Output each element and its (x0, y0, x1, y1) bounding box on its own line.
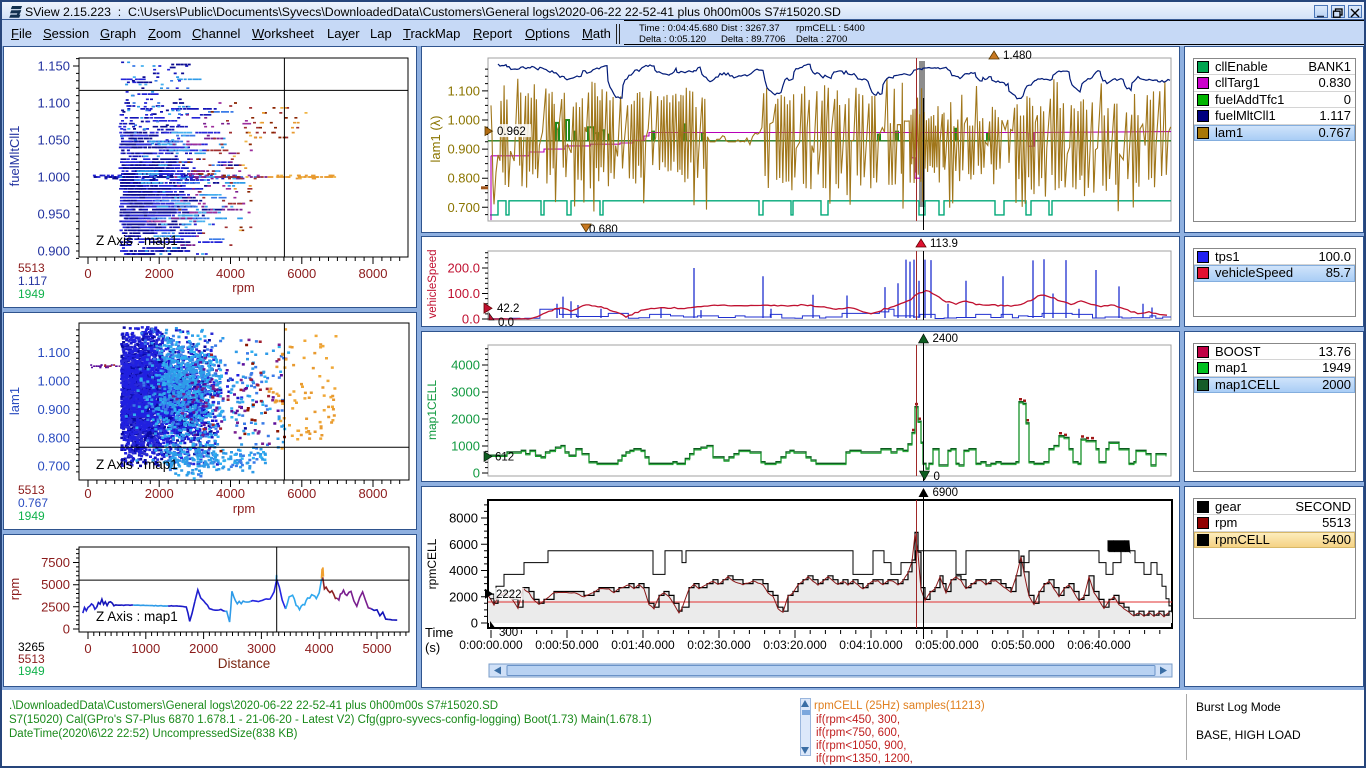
svg-text:0:04:10.000: 0:04:10.000 (839, 638, 903, 652)
svg-text:1.050: 1.050 (37, 133, 70, 148)
svg-text:2000: 2000 (145, 266, 174, 281)
svg-text:300: 300 (499, 627, 518, 639)
svg-text:0.800: 0.800 (37, 430, 70, 445)
svg-text:5000: 5000 (41, 577, 70, 592)
svg-text:0:05:00.000: 0:05:00.000 (915, 638, 979, 652)
svg-text:(s): (s) (425, 640, 440, 655)
svg-text:0.0: 0.0 (462, 312, 480, 327)
svg-text:200.0: 200.0 (447, 261, 480, 276)
svg-text:0.962: 0.962 (497, 126, 526, 138)
svg-text:Z Axis : map1: Z Axis : map1 (96, 609, 178, 624)
svg-text:4000: 4000 (449, 563, 478, 578)
svg-text:1949: 1949 (18, 509, 45, 523)
svg-text:1000: 1000 (131, 641, 160, 656)
svg-text:3000: 3000 (247, 641, 276, 656)
svg-text:2400: 2400 (933, 333, 959, 345)
svg-text:0:05:50.000: 0:05:50.000 (991, 638, 1055, 652)
svg-text:0.800: 0.800 (447, 171, 480, 186)
svg-text:6000: 6000 (449, 537, 478, 552)
svg-text:0.900: 0.900 (37, 402, 70, 417)
svg-text:0:03:20.000: 0:03:20.000 (763, 638, 827, 652)
svg-text:8000: 8000 (449, 511, 478, 526)
svg-text:5513: 5513 (18, 261, 45, 275)
svg-text:1.000: 1.000 (447, 113, 480, 128)
svg-text:0.700: 0.700 (447, 200, 480, 215)
svg-text:rpm: rpm (233, 501, 255, 516)
svg-text:4000: 4000 (216, 486, 245, 501)
svg-text:6900: 6900 (933, 487, 959, 499)
svg-text:fuelMltCll1: fuelMltCll1 (7, 126, 22, 187)
svg-text:1.100: 1.100 (447, 83, 480, 98)
svg-text:1.000: 1.000 (37, 374, 70, 389)
svg-text:1.000: 1.000 (37, 170, 70, 185)
svg-text:0:00:50.000: 0:00:50.000 (535, 638, 599, 652)
svg-text:rpmCELL: rpmCELL (425, 538, 439, 589)
svg-text:0: 0 (934, 471, 940, 482)
svg-text:map1CELL: map1CELL (425, 380, 439, 440)
svg-text:1.480: 1.480 (1003, 50, 1032, 62)
svg-text:5513: 5513 (18, 483, 45, 497)
svg-text:7500: 7500 (41, 555, 70, 570)
svg-text:Z Axis : map1: Z Axis : map1 (96, 233, 178, 248)
svg-text:0:01:40.000: 0:01:40.000 (611, 638, 675, 652)
svg-text:1949: 1949 (18, 664, 45, 678)
svg-text:0: 0 (84, 641, 91, 656)
svg-text:4000: 4000 (305, 641, 334, 656)
svg-text:0: 0 (473, 466, 480, 481)
svg-text:2000: 2000 (451, 412, 480, 427)
svg-text:2000: 2000 (145, 486, 174, 501)
svg-text:1.100: 1.100 (37, 96, 70, 111)
svg-text:lam1 (λ): lam1 (λ) (428, 116, 443, 163)
svg-text:0:02:30.000: 0:02:30.000 (687, 638, 751, 652)
svg-text:vehicleSpeed: vehicleSpeed (427, 249, 439, 318)
svg-text:4000: 4000 (216, 266, 245, 281)
svg-text:0.680: 0.680 (589, 224, 618, 233)
svg-text:2500: 2500 (41, 599, 70, 614)
svg-text:100.0: 100.0 (447, 286, 480, 301)
svg-text:Z Axis : map1: Z Axis : map1 (96, 457, 178, 472)
svg-text:1.100: 1.100 (37, 345, 70, 360)
svg-text:0:00:00.000: 0:00:00.000 (459, 638, 523, 652)
svg-text:2000: 2000 (449, 589, 478, 604)
svg-text:0.767: 0.767 (18, 496, 48, 510)
svg-text:0:06:40.000: 0:06:40.000 (1067, 638, 1131, 652)
svg-text:3000: 3000 (451, 385, 480, 400)
svg-text:1.117: 1.117 (18, 274, 47, 288)
svg-text:42.2: 42.2 (497, 303, 519, 315)
svg-text:612: 612 (495, 451, 514, 463)
svg-text:6000: 6000 (287, 266, 316, 281)
svg-text:1.150: 1.150 (37, 59, 70, 74)
svg-text:2222: 2222 (496, 589, 522, 601)
svg-text:5000: 5000 (363, 641, 392, 656)
svg-text:0.0: 0.0 (498, 317, 514, 327)
svg-text:113.9: 113.9 (930, 238, 958, 250)
svg-text:8000: 8000 (359, 486, 388, 501)
svg-text:0: 0 (84, 266, 91, 281)
svg-text:2000: 2000 (189, 641, 218, 656)
svg-text:rpm: rpm (7, 578, 22, 600)
svg-text:Time: Time (425, 625, 453, 640)
svg-text:Distance: Distance (218, 656, 271, 671)
svg-text:lam1: lam1 (7, 387, 22, 415)
svg-text:4000: 4000 (451, 358, 480, 373)
svg-text:0.900: 0.900 (447, 142, 480, 157)
svg-text:8000: 8000 (359, 266, 388, 281)
svg-text:6000: 6000 (287, 486, 316, 501)
svg-text:0: 0 (471, 616, 478, 631)
svg-text:0.900: 0.900 (37, 244, 70, 259)
svg-text:0.950: 0.950 (37, 207, 70, 222)
svg-text:0: 0 (63, 622, 70, 637)
svg-text:0: 0 (84, 486, 91, 501)
svg-text:1000: 1000 (451, 439, 480, 454)
svg-text:0.700: 0.700 (37, 459, 70, 474)
svg-text:rpm: rpm (232, 280, 254, 295)
svg-text:1949: 1949 (18, 287, 45, 301)
